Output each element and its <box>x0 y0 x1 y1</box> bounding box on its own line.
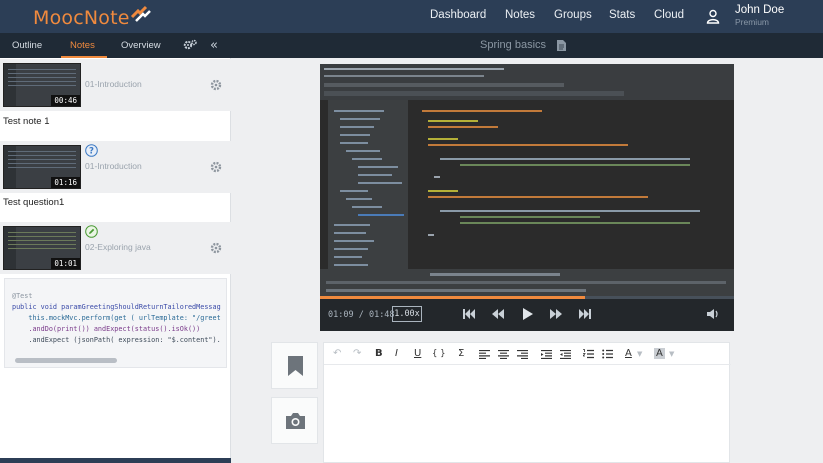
bold-button[interactable]: B <box>375 348 383 359</box>
code-button[interactable]: { } <box>432 349 446 359</box>
note-editor[interactable]: ↶ ↷ B I U { } Σ A ▼ A ▼ <box>323 342 731 463</box>
nav-groups[interactable]: Groups <box>554 9 592 21</box>
code-line: .andExpect (jsonPath( expression: "$.con… <box>12 336 221 344</box>
note-settings-gear-icon[interactable] <box>210 161 222 173</box>
italic-button[interactable]: I <box>395 348 398 359</box>
tab-overview[interactable]: Overview <box>121 40 161 51</box>
chevron-down-icon[interactable]: ▼ <box>637 350 642 358</box>
font-color-button[interactable]: A <box>625 348 632 359</box>
video-ide-editor <box>410 102 726 267</box>
note-settings-gear-icon[interactable] <box>210 242 222 254</box>
formula-button[interactable]: Σ <box>458 348 464 359</box>
note-item-1-header[interactable]: 00:46 01-Introduction <box>0 59 231 111</box>
nav-dashboard[interactable]: Dashboard <box>430 9 486 21</box>
skip-start-icon[interactable] <box>462 308 476 320</box>
chevron-down-icon[interactable]: ▼ <box>669 350 674 358</box>
note-timestamp: 01:01 <box>51 258 80 269</box>
top-navbar: MoocNote Dashboard Notes Groups Stats Cl… <box>0 0 823 33</box>
code-line: public void paramGreetingShouldReturnTai… <box>12 303 221 311</box>
current-time: 01:09 <box>328 310 354 320</box>
bookmark-button[interactable] <box>271 342 318 389</box>
note-chapter: 01-Introduction <box>85 161 142 171</box>
outdent-icon[interactable] <box>541 350 552 359</box>
nav-cloud[interactable]: Cloud <box>654 9 684 21</box>
play-icon[interactable] <box>520 308 534 320</box>
code-line: @Test <box>12 292 33 300</box>
rewind-icon[interactable] <box>491 308 505 320</box>
note-thumbnail[interactable]: 00:46 <box>3 63 81 107</box>
video-seek-bar[interactable] <box>320 296 734 299</box>
align-center-icon[interactable] <box>498 350 509 359</box>
undo-icon[interactable]: ↶ <box>333 348 341 359</box>
logo-mark-icon <box>130 5 151 22</box>
app-logo[interactable]: MoocNote <box>33 7 130 29</box>
code-line: this.mockMvc.perform(get ( urlTemplate: … <box>12 314 221 322</box>
tab-notes[interactable]: Notes <box>70 40 95 51</box>
align-left-icon[interactable] <box>479 350 490 359</box>
bookmark-icon <box>288 356 303 376</box>
note-item-2-header[interactable]: 01:16 ? 01-Introduction <box>0 141 231 193</box>
bullet-list-icon[interactable] <box>602 349 613 359</box>
time-separator: / <box>353 310 369 320</box>
time-display: 01:09 / 01:48 <box>328 310 395 320</box>
svg-text:?: ? <box>89 147 94 157</box>
skip-end-icon[interactable] <box>578 308 592 320</box>
horizontal-scrollbar[interactable] <box>15 358 117 363</box>
user-icon[interactable] <box>706 9 720 24</box>
nav-stats[interactable]: Stats <box>609 9 635 21</box>
volume-icon[interactable] <box>706 308 720 320</box>
collapse-sidebar-icon[interactable]: « <box>210 38 218 53</box>
question-icon: ? <box>85 144 98 157</box>
ordered-list-icon[interactable] <box>583 349 594 359</box>
note-settings-gear-icon[interactable] <box>210 79 222 91</box>
document-icon[interactable] <box>557 40 566 51</box>
highlight-button[interactable]: A <box>654 348 665 359</box>
screenshot-button[interactable] <box>271 397 318 444</box>
video-ide-project-tree <box>328 100 408 295</box>
note-thumbnail[interactable]: 01:16 <box>3 145 81 189</box>
align-right-icon[interactable] <box>517 350 528 359</box>
note-timestamp: 01:16 <box>51 177 80 188</box>
camera-icon <box>286 413 305 429</box>
code-line: .andDo(print()) andExpect(status().isOk(… <box>12 325 201 333</box>
video-ide-statusbar <box>320 269 734 296</box>
lesson-title: Spring basics <box>480 39 547 51</box>
note-timestamp: 00:46 <box>51 95 80 106</box>
redo-icon[interactable]: ↷ <box>353 348 361 359</box>
video-ide-toolbar <box>320 64 734 100</box>
fast-forward-icon[interactable] <box>549 308 563 320</box>
note-text: Test note 1 <box>3 116 50 127</box>
user-name[interactable]: John Doe <box>735 4 784 16</box>
note-text: Test question1 <box>3 197 65 208</box>
seek-progress <box>320 296 585 299</box>
note-thumbnail[interactable]: 01:01 <box>3 226 81 270</box>
nav-notes[interactable]: Notes <box>505 9 535 21</box>
video-frame[interactable] <box>320 64 734 331</box>
note-chapter: 01-Introduction <box>85 79 142 89</box>
sidebar-progress-bar <box>0 458 231 463</box>
underline-button[interactable]: U <box>414 348 421 359</box>
editor-toolbar: ↶ ↷ B I U { } Σ A ▼ A ▼ <box>324 343 731 365</box>
code-snippet[interactable]: @Test public void paramGreetingShouldRet… <box>4 278 227 368</box>
edit-icon <box>85 225 98 238</box>
duration: 01:48 <box>368 310 395 320</box>
user-role: Premium <box>735 17 770 27</box>
note-item-3-header[interactable]: 01:01 02-Exploring java <box>0 222 231 274</box>
note-chapter: 02-Exploring java <box>85 242 151 252</box>
indent-icon[interactable] <box>560 350 571 359</box>
tab-outline[interactable]: Outline <box>12 40 42 51</box>
playback-speed-button[interactable]: 1.00x <box>392 306 422 322</box>
settings-gears-icon[interactable] <box>183 39 197 51</box>
